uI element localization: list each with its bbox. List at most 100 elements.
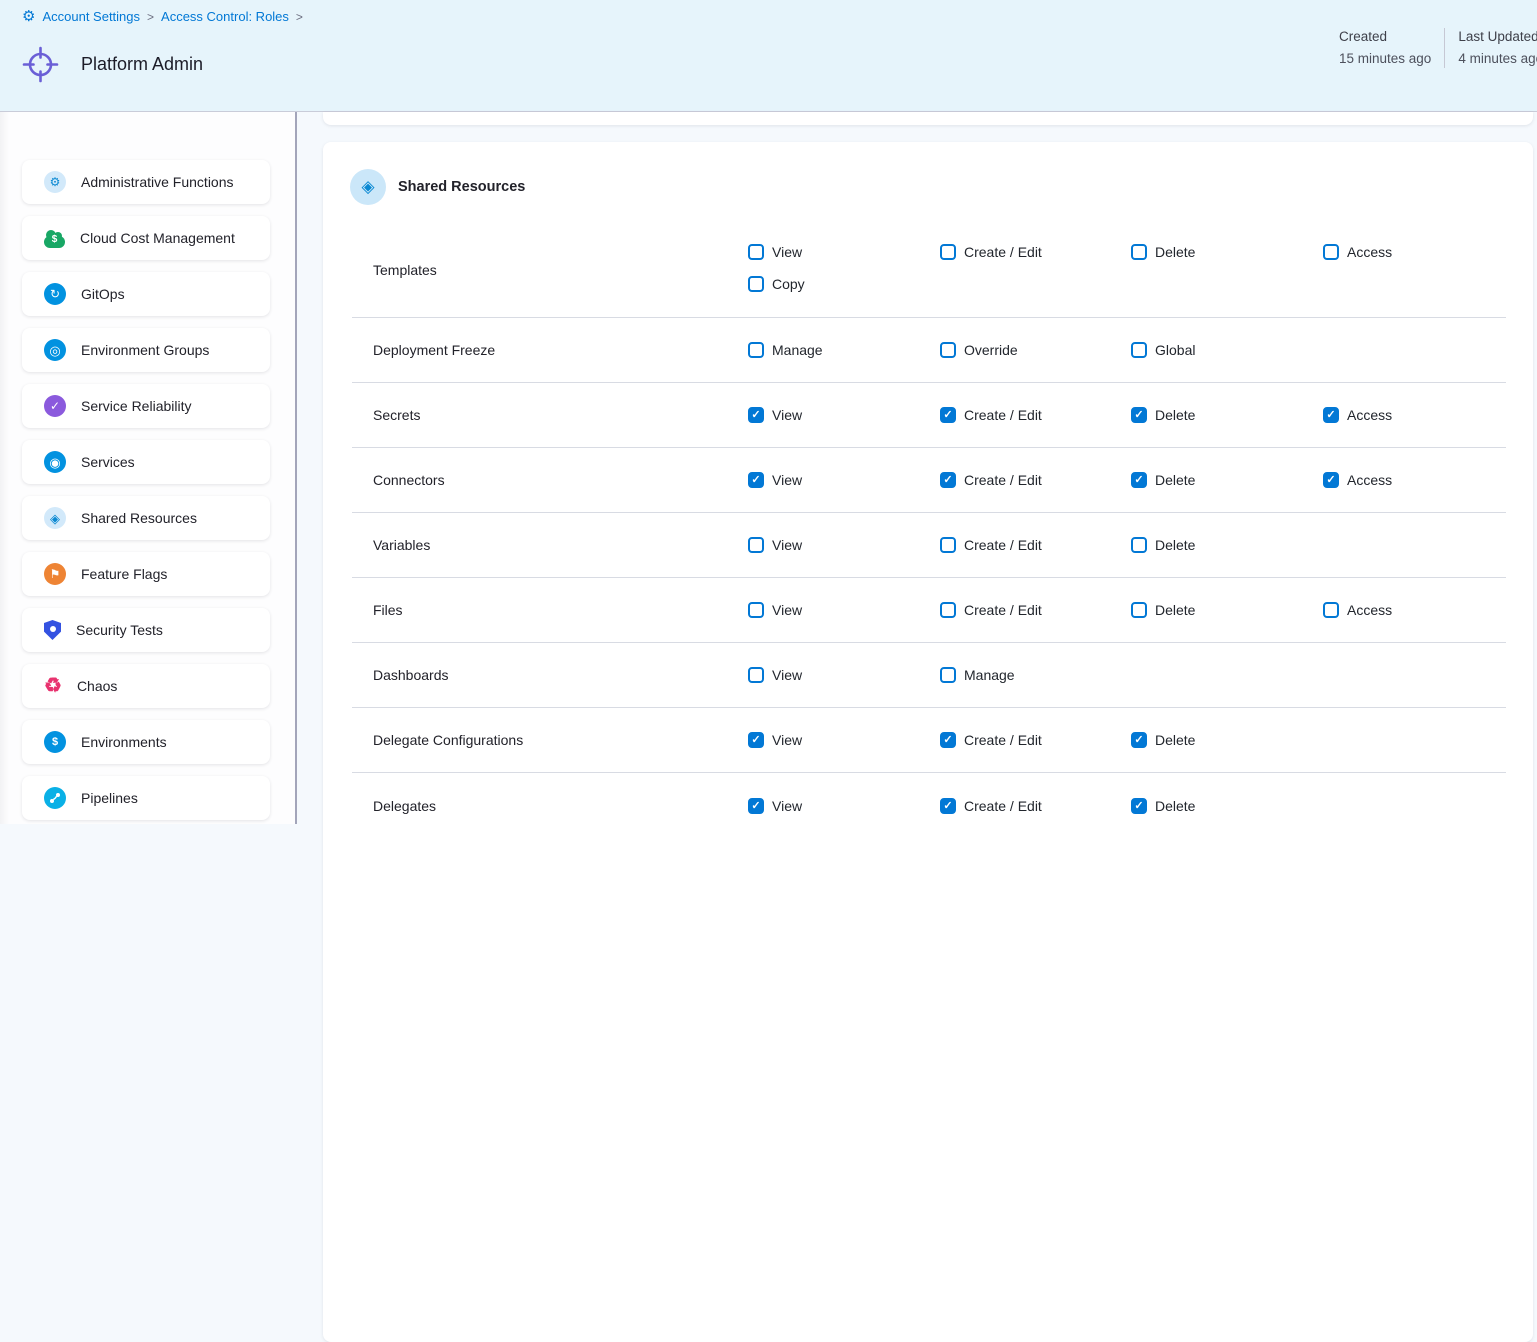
permission-files-view[interactable]: View bbox=[748, 600, 940, 620]
permission-cell: ✓Access bbox=[1323, 383, 1506, 447]
permission-cell: Delete bbox=[1131, 513, 1323, 577]
permission-checkbox[interactable] bbox=[940, 537, 956, 553]
permission-checkbox[interactable] bbox=[1131, 602, 1147, 618]
last-updated-value: 4 minutes ago bbox=[1458, 48, 1537, 70]
permission-delegate-configurations-create-edit[interactable]: ✓Create / Edit bbox=[940, 730, 1131, 750]
permission-connectors-view[interactable]: ✓ View bbox=[748, 470, 940, 490]
permission-checkbox[interactable] bbox=[748, 342, 764, 358]
permission-templates-create-edit[interactable]: Create / Edit bbox=[940, 242, 1131, 262]
permission-secrets-delete[interactable]: ✓Delete bbox=[1131, 405, 1323, 425]
sidebar-item-feature-flags[interactable]: ⚑Feature Flags bbox=[22, 552, 270, 596]
permission-cell: View bbox=[748, 513, 940, 577]
permission-variables-delete[interactable]: Delete bbox=[1131, 535, 1323, 555]
permission-checkbox[interactable] bbox=[1131, 537, 1147, 553]
permission-files-delete[interactable]: Delete bbox=[1131, 600, 1323, 620]
permission-cell: ✓ Create / Edit bbox=[940, 383, 1131, 447]
permission-checkbox[interactable]: ✓ bbox=[940, 798, 956, 814]
permission-checkbox[interactable]: ✓ bbox=[940, 732, 956, 748]
permission-deployment-freeze-manage[interactable]: Manage bbox=[748, 340, 940, 360]
permission-checkbox[interactable]: ✓ bbox=[748, 407, 764, 423]
permission-checkbox[interactable]: ✓ bbox=[748, 472, 764, 488]
permission-label: View bbox=[772, 600, 802, 620]
sidebar-item-chaos[interactable]: ♻Chaos bbox=[22, 664, 270, 708]
permission-dashboards-view[interactable]: View bbox=[748, 665, 940, 685]
permission-checkbox[interactable] bbox=[1323, 244, 1339, 260]
permission-checkbox[interactable] bbox=[940, 602, 956, 618]
gear-icon: ⚙ bbox=[44, 171, 66, 193]
sidebar-item-label: Service Reliability bbox=[81, 398, 191, 414]
breadcrumb-link-access-control-roles[interactable]: Access Control: Roles bbox=[161, 9, 289, 24]
permission-checkbox[interactable]: ✓ bbox=[748, 798, 764, 814]
permission-delegate-configurations-view[interactable]: ✓View bbox=[748, 730, 940, 750]
permission-variables-view[interactable]: View bbox=[748, 535, 940, 555]
sidebar-item-services[interactable]: ◉Services bbox=[22, 440, 270, 484]
permission-delegates-create-edit[interactable]: ✓Create / Edit bbox=[940, 796, 1131, 816]
permission-templates-access[interactable]: Access bbox=[1323, 242, 1506, 262]
permission-variables-create-edit[interactable]: Create / Edit bbox=[940, 535, 1131, 555]
permission-templates-view[interactable]: View bbox=[748, 242, 940, 262]
permission-checkbox[interactable]: ✓ bbox=[940, 472, 956, 488]
permission-cell bbox=[1323, 318, 1506, 382]
sidebar-item-security-tests[interactable]: Security Tests bbox=[22, 608, 270, 652]
permission-label: View bbox=[772, 470, 802, 490]
permission-checkbox[interactable]: ✓ bbox=[1323, 472, 1339, 488]
permission-checkbox[interactable] bbox=[940, 244, 956, 260]
permission-checkbox[interactable] bbox=[1131, 342, 1147, 358]
sidebar-item-administrative-functions[interactable]: ⚙ Administrative Functions bbox=[22, 160, 270, 204]
permission-checkbox[interactable] bbox=[748, 602, 764, 618]
permission-checkbox[interactable]: ✓ bbox=[748, 732, 764, 748]
sidebar-item-shared-resources[interactable]: ◈Shared Resources bbox=[22, 496, 270, 540]
permission-checkbox[interactable] bbox=[1323, 602, 1339, 618]
permission-deployment-freeze-override[interactable]: Override bbox=[940, 340, 1131, 360]
permission-secrets-create-edit[interactable]: ✓ Create / Edit bbox=[940, 405, 1131, 425]
permission-secrets-access[interactable]: ✓Access bbox=[1323, 405, 1506, 425]
permission-checkbox[interactable]: ✓ bbox=[940, 407, 956, 423]
permission-dashboards-manage[interactable]: Manage bbox=[940, 665, 1131, 685]
permission-label: Create / Edit bbox=[964, 600, 1042, 620]
permission-checkbox[interactable] bbox=[748, 244, 764, 260]
permission-cell: View bbox=[748, 643, 940, 707]
permission-connectors-access[interactable]: ✓Access bbox=[1323, 470, 1506, 490]
environments-icon: $ bbox=[44, 731, 66, 753]
permission-connectors-create-edit[interactable]: ✓Create / Edit bbox=[940, 470, 1131, 490]
permission-label: Delete bbox=[1155, 600, 1195, 620]
permission-delegate-configurations-delete[interactable]: ✓Delete bbox=[1131, 730, 1323, 750]
permission-files-create-edit[interactable]: Create / Edit bbox=[940, 600, 1131, 620]
permission-checkbox[interactable] bbox=[748, 667, 764, 683]
permission-checkbox[interactable]: ✓ bbox=[1131, 472, 1147, 488]
sidebar-item-pipelines[interactable]: Pipelines bbox=[22, 776, 270, 820]
permission-checkbox[interactable] bbox=[748, 537, 764, 553]
sidebar-item-label: Cloud Cost Management bbox=[80, 230, 235, 246]
breadcrumb-link-account-settings[interactable]: Account Settings bbox=[42, 9, 140, 24]
feature-flags-icon: ⚑ bbox=[44, 563, 66, 585]
permission-checkbox[interactable] bbox=[940, 342, 956, 358]
permission-connectors-delete[interactable]: ✓Delete bbox=[1131, 470, 1323, 490]
sidebar-item-cloud-cost-management[interactable]: $Cloud Cost Management bbox=[22, 216, 270, 260]
permission-deployment-freeze-global[interactable]: Global bbox=[1131, 340, 1323, 360]
permission-templates-delete[interactable]: Delete bbox=[1131, 242, 1323, 262]
breadcrumb: ⚙Account Settings>Access Control: Roles> bbox=[22, 9, 310, 24]
sidebar-item-label: Administrative Functions bbox=[81, 174, 234, 190]
permission-files-access[interactable]: Access bbox=[1323, 600, 1506, 620]
permission-templates-copy[interactable]: Copy bbox=[748, 274, 940, 294]
sidebar-item-environments[interactable]: $Environments bbox=[22, 720, 270, 764]
permission-delegates-delete[interactable]: ✓Delete bbox=[1131, 796, 1323, 816]
permission-checkbox[interactable]: ✓ bbox=[1131, 732, 1147, 748]
permission-checkbox[interactable]: ✓ bbox=[1323, 407, 1339, 423]
permission-cell bbox=[1323, 773, 1506, 838]
permission-label: Create / Edit bbox=[964, 405, 1042, 425]
breadcrumb-separator: > bbox=[147, 10, 154, 24]
permission-checkbox[interactable] bbox=[748, 276, 764, 292]
sidebar-item-environment-groups[interactable]: ◎Environment Groups bbox=[22, 328, 270, 372]
permission-checkbox[interactable] bbox=[1131, 244, 1147, 260]
permission-delegates-view[interactable]: ✓View bbox=[748, 796, 940, 816]
permission-label: Manage bbox=[964, 665, 1015, 685]
permission-checkbox[interactable]: ✓ bbox=[1131, 798, 1147, 814]
permission-checkbox[interactable]: ✓ bbox=[1131, 407, 1147, 423]
permission-checkbox[interactable] bbox=[940, 667, 956, 683]
sidebar-item-service-reliability[interactable]: ✓Service Reliability bbox=[22, 384, 270, 428]
permission-cell: Manage bbox=[748, 318, 940, 382]
permission-secrets-view[interactable]: ✓View bbox=[748, 405, 940, 425]
sidebar-item-gitops[interactable]: ↻GitOps bbox=[22, 272, 270, 316]
permission-label: Create / Edit bbox=[964, 242, 1042, 262]
